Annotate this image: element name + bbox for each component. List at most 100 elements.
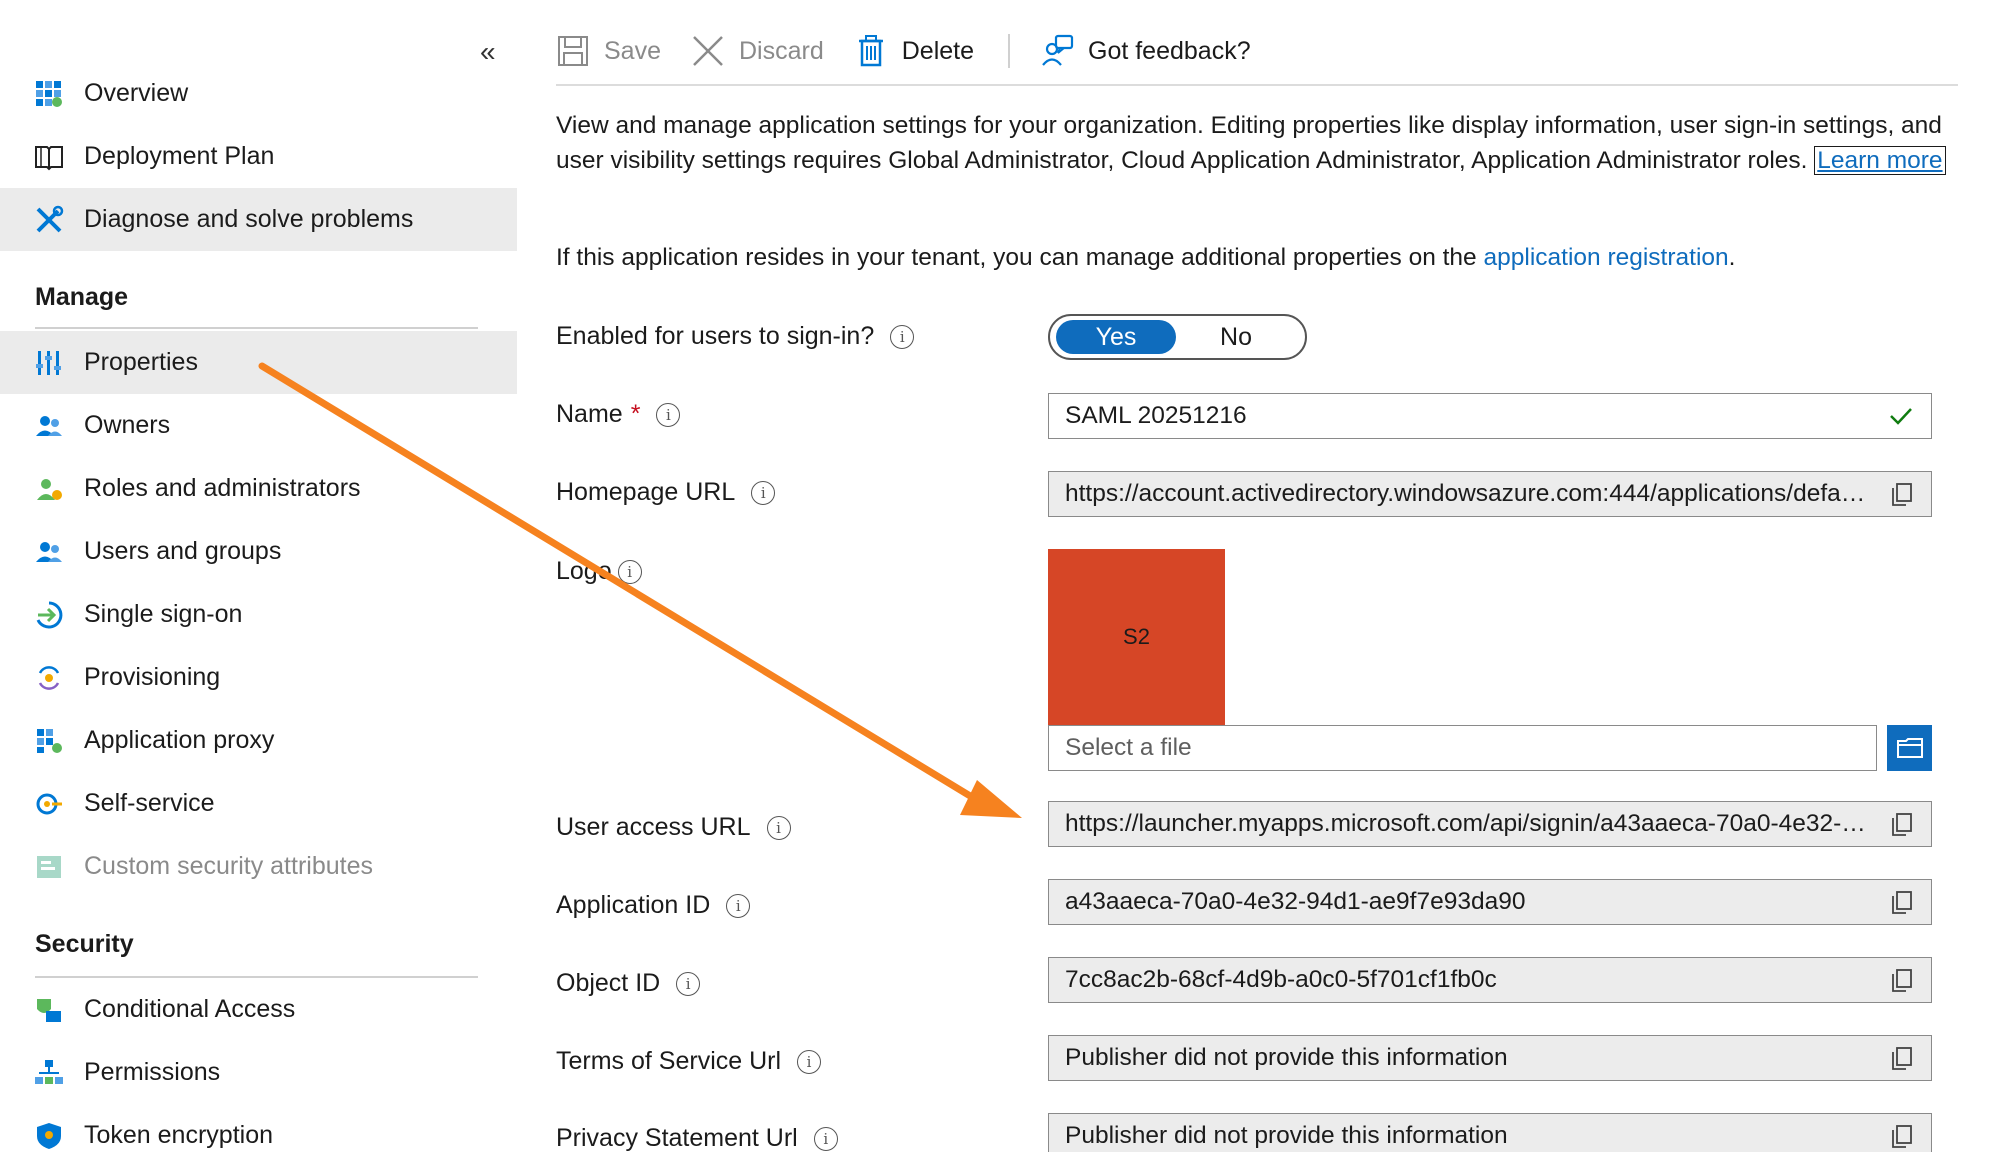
copy-icon[interactable]: [1889, 1045, 1915, 1071]
sidebar-item-token-encryption[interactable]: Token encryption: [0, 1104, 517, 1152]
sidebar-item-owners[interactable]: Owners: [0, 394, 517, 457]
sidebar-item-label: Diagnose and solve problems: [84, 205, 414, 233]
feedback-icon: [1042, 34, 1074, 66]
object-id-label: Object ID: [556, 969, 661, 997]
intro-text-2: If this application resides in your tena…: [556, 244, 1484, 271]
info-icon[interactable]: i: [813, 1126, 838, 1151]
file-select-input[interactable]: Select a file: [1048, 725, 1877, 771]
browse-file-button[interactable]: [1887, 725, 1932, 771]
toggle-no[interactable]: No: [1176, 320, 1296, 354]
sidebar-item-label: Overview: [84, 79, 189, 107]
feedback-label: Got feedback?: [1088, 36, 1251, 65]
app-id-label: Application ID: [556, 891, 711, 919]
provisioning-icon: [34, 663, 64, 693]
object-id-value: 7cc8ac2b-68cf-4d9b-a0c0-5f701cf1fb0c: [1065, 966, 1497, 993]
owners-icon: [34, 411, 64, 441]
copy-icon[interactable]: [1889, 481, 1915, 507]
user-access-label-row: User access URL i: [556, 813, 791, 842]
toolbar-divider: [556, 84, 1958, 86]
save-button[interactable]: Save: [556, 34, 661, 68]
logo-label: Logo: [556, 557, 612, 585]
save-label: Save: [604, 36, 661, 65]
terms-of-service-field[interactable]: Publisher did not provide this informati…: [1048, 1035, 1932, 1081]
delete-button[interactable]: Delete: [854, 34, 974, 68]
logo-text: S2: [1123, 624, 1150, 649]
sidebar-item-label: Custom security attributes: [84, 852, 373, 880]
sidebar-item-permissions[interactable]: Permissions: [0, 1041, 517, 1104]
save-icon: [558, 36, 588, 66]
permissions-icon: [34, 1058, 64, 1088]
sidebar-item-label: Application proxy: [84, 726, 275, 754]
sidebar-item-label: Single sign-on: [84, 600, 243, 628]
copy-icon[interactable]: [1889, 889, 1915, 915]
application-id-field[interactable]: a43aaeca-70a0-4e32-94d1-ae9f7e93da90: [1048, 879, 1932, 925]
object-id-field[interactable]: 7cc8ac2b-68cf-4d9b-a0c0-5f701cf1fb0c: [1048, 957, 1932, 1003]
app-registration-note: If this application resides in your tena…: [556, 240, 1946, 275]
overview-grid-icon: [34, 79, 64, 109]
info-icon[interactable]: i: [890, 324, 915, 349]
info-icon[interactable]: i: [617, 559, 642, 584]
sidebar-item-label: Conditional Access: [84, 995, 296, 1023]
enabled-toggle[interactable]: Yes No: [1048, 314, 1307, 360]
sidebar-item-label: Permissions: [84, 1058, 221, 1086]
privacy-statement-field[interactable]: Publisher did not provide this informati…: [1048, 1113, 1932, 1152]
sidebar-item-custom-security-attributes[interactable]: Custom security attributes: [0, 835, 517, 898]
info-icon[interactable]: i: [766, 815, 791, 840]
feedback-button[interactable]: Got feedback?: [1040, 34, 1251, 68]
wrench-icon: [34, 205, 64, 235]
intro-text-2-end: .: [1728, 244, 1736, 271]
learn-more-link[interactable]: Learn more: [1814, 146, 1946, 175]
sidebar-item-application-proxy[interactable]: Application proxy: [0, 709, 517, 772]
sidebar-item-label: Properties: [84, 348, 198, 376]
sidebar-item-provisioning[interactable]: Provisioning: [0, 646, 517, 709]
info-icon[interactable]: i: [797, 1049, 822, 1074]
sidebar-item-deployment-plan[interactable]: Deployment Plan: [0, 125, 517, 188]
file-placeholder: Select a file: [1065, 734, 1192, 761]
application-id-value: a43aaeca-70a0-4e32-94d1-ae9f7e93da90: [1065, 888, 1526, 915]
delete-label: Delete: [901, 36, 974, 65]
object-id-label-row: Object ID i: [556, 969, 701, 998]
homepage-url-value: https://account.activedirectory.windowsa…: [1065, 480, 1873, 507]
sidebar-item-single-sign-on[interactable]: Single sign-on: [0, 583, 517, 646]
sidebar-item-overview[interactable]: Overview: [0, 62, 517, 125]
sidebar-item-users-groups[interactable]: Users and groups: [0, 520, 517, 583]
info-icon[interactable]: i: [676, 971, 701, 996]
homepage-url-field[interactable]: https://account.activedirectory.windowsa…: [1048, 471, 1932, 517]
self-service-icon: [34, 789, 64, 819]
sidebar-item-conditional-access[interactable]: Conditional Access: [0, 978, 517, 1041]
name-field[interactable]: SAML 20251216: [1048, 393, 1932, 439]
roles-icon: [34, 474, 64, 504]
sidebar-item-label: Deployment Plan: [84, 142, 275, 170]
folder-icon: [1896, 738, 1923, 758]
info-icon[interactable]: i: [751, 480, 776, 505]
info-icon[interactable]: i: [726, 893, 751, 918]
sidebar-item-roles[interactable]: Roles and administrators: [0, 457, 517, 520]
discard-icon: [693, 36, 723, 66]
enabled-label-row: Enabled for users to sign-in? i: [556, 322, 915, 351]
copy-icon[interactable]: [1889, 811, 1915, 837]
sidebar-item-label: Provisioning: [84, 663, 221, 691]
name-value: SAML 20251216: [1065, 402, 1247, 429]
sidebar-item-diagnose[interactable]: Diagnose and solve problems: [0, 188, 517, 251]
copy-icon[interactable]: [1889, 1123, 1915, 1149]
properties-bars-icon: [34, 348, 64, 378]
application-registration-link[interactable]: application registration: [1484, 244, 1729, 271]
sidebar-item-label: Owners: [84, 411, 171, 439]
info-icon[interactable]: i: [656, 402, 681, 427]
sign-on-arrow-icon: [34, 600, 64, 630]
copy-icon[interactable]: [1889, 967, 1915, 993]
sidebar-item-label: Users and groups: [84, 537, 282, 565]
name-label: Name: [556, 400, 623, 428]
toolbar-separator: [1008, 34, 1010, 68]
toggle-yes[interactable]: Yes: [1056, 320, 1176, 354]
sidebar-item-properties[interactable]: Properties: [0, 331, 517, 394]
discard-button[interactable]: Discard: [691, 34, 824, 68]
command-bar: Save Discard Delete Got feedback?: [556, 22, 1958, 80]
terms-of-service-value: Publisher did not provide this informati…: [1065, 1044, 1508, 1071]
required-asterisk: *: [630, 400, 641, 428]
sidebar-item-self-service[interactable]: Self-service: [0, 772, 517, 835]
intro-description: View and manage application settings for…: [556, 108, 1946, 178]
sidebar-item-label: Token encryption: [84, 1121, 274, 1149]
shield-icon: [34, 1121, 64, 1151]
user-access-url-field[interactable]: https://launcher.myapps.microsoft.com/ap…: [1048, 801, 1932, 847]
